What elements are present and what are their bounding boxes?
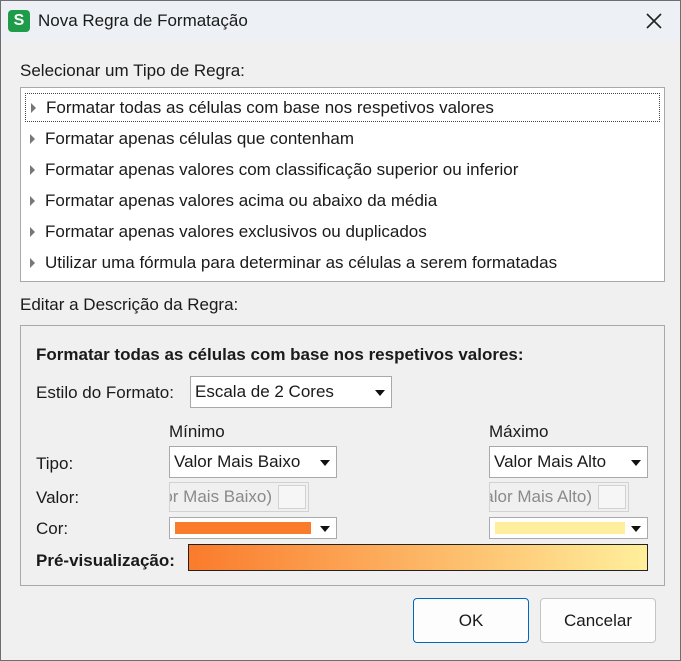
min-type-dropdown[interactable]: Valor Mais Baixo	[169, 446, 337, 478]
max-value-text: (Valor Mais Alto)	[490, 487, 592, 506]
max-type-value: Valor Mais Alto	[494, 452, 607, 471]
chevron-right-icon	[30, 195, 35, 206]
format-style-label: Estilo do Formato:	[36, 383, 174, 402]
chevron-right-icon	[30, 133, 35, 144]
max-header: Máximo	[489, 422, 549, 441]
title-bar: S Nova Regra de Formatação	[1, 1, 680, 41]
description-heading: Editar a Descrição da Regra:	[20, 295, 239, 314]
max-type-dropdown[interactable]: Valor Mais Alto	[489, 446, 648, 478]
ok-button[interactable]: OK	[413, 598, 529, 643]
rule-type-label: Formatar todas as células com base nos r…	[46, 97, 494, 117]
cancel-button-label: Cancelar	[563, 610, 633, 630]
rule-type-label: Formatar apenas valores acima ou abaixo …	[45, 190, 438, 210]
rule-type-label: Utilizar uma fórmula para determinar as …	[45, 252, 558, 272]
chevron-right-icon	[31, 102, 36, 113]
rule-type-item[interactable]: Utilizar uma fórmula para determinar as …	[25, 248, 660, 277]
rule-type-label: Formatar apenas valores exclusivos ou du…	[45, 221, 427, 241]
min-color-swatch	[175, 522, 311, 534]
min-type-value: Valor Mais Baixo	[174, 452, 301, 471]
rule-type-list: Formatar todas as células com base nos r…	[20, 87, 665, 282]
rule-type-label: Formatar apenas células que contenham	[45, 128, 355, 148]
ok-button-label: OK	[458, 610, 484, 630]
rule-type-item[interactable]: Formatar apenas valores com classificaçã…	[25, 155, 660, 184]
chevron-down-icon	[375, 390, 385, 396]
chevron-down-icon	[631, 460, 641, 466]
rule-type-item[interactable]: Formatar apenas células que contenham	[25, 124, 660, 153]
dialog-window: S Nova Regra de Formatação Selecionar um…	[0, 0, 681, 661]
chevron-down-icon	[320, 460, 330, 466]
description-title: Formatar todas as células com base nos r…	[36, 345, 524, 364]
format-style-value: Escala de 2 Cores	[195, 382, 334, 401]
type-label: Tipo:	[36, 454, 74, 473]
preview-gradient-bar	[188, 544, 648, 571]
min-value-field: (Valor Mais Baixo)	[169, 482, 309, 512]
min-header: Mínimo	[169, 422, 225, 441]
chevron-right-icon	[30, 226, 35, 237]
value-label: Valor:	[36, 488, 80, 507]
format-style-dropdown[interactable]: Escala de 2 Cores	[190, 376, 392, 408]
close-icon	[646, 13, 662, 29]
max-color-dropdown[interactable]	[489, 517, 648, 539]
dialog-title: Nova Regra de Formatação	[38, 11, 248, 30]
rule-type-label: Formatar apenas valores com classificaçã…	[45, 159, 519, 179]
chevron-right-icon	[30, 164, 35, 175]
rule-type-item[interactable]: Formatar todas as células com base nos r…	[25, 93, 660, 122]
chevron-down-icon	[320, 526, 330, 532]
rule-type-heading: Selecionar um Tipo de Regra:	[20, 61, 245, 80]
max-value-field: (Valor Mais Alto)	[489, 482, 629, 512]
min-value-text: (Valor Mais Baixo)	[170, 487, 272, 506]
chevron-down-icon	[631, 526, 641, 532]
rule-type-item[interactable]: Formatar apenas valores acima ou abaixo …	[25, 186, 660, 215]
max-color-swatch	[495, 522, 625, 534]
color-label: Cor:	[36, 519, 69, 538]
rule-type-item[interactable]: Formatar apenas valores exclusivos ou du…	[25, 217, 660, 246]
app-icon: S	[8, 10, 30, 32]
cancel-button[interactable]: Cancelar	[540, 598, 656, 643]
preview-label: Pré-visualização:	[36, 551, 175, 570]
close-button[interactable]	[628, 1, 680, 41]
min-color-dropdown[interactable]	[169, 517, 337, 539]
range-select-icon	[278, 485, 306, 509]
chevron-right-icon	[30, 257, 35, 268]
range-select-icon	[598, 485, 626, 509]
